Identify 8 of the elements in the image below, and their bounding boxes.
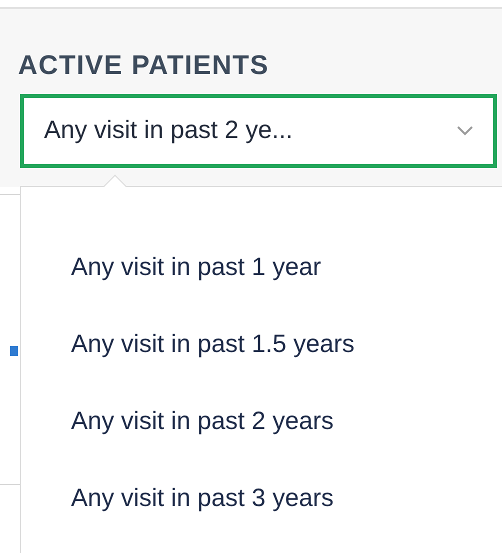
selection-marker bbox=[10, 346, 18, 356]
dropdown-option[interactable]: Any visit in past 1 year bbox=[71, 249, 502, 286]
visit-select[interactable]: Any visit in past 2 ye... bbox=[20, 94, 497, 168]
section-title: ACTIVE PATIENTS bbox=[18, 49, 270, 82]
chevron-down-icon bbox=[457, 126, 473, 136]
dropdown-option[interactable]: Any visit in past 3 years bbox=[71, 480, 502, 517]
dropdown-option[interactable]: Any visit in past 2 years bbox=[71, 403, 502, 440]
dropdown-option[interactable]: Any visit in past 1.5 years bbox=[71, 326, 502, 363]
